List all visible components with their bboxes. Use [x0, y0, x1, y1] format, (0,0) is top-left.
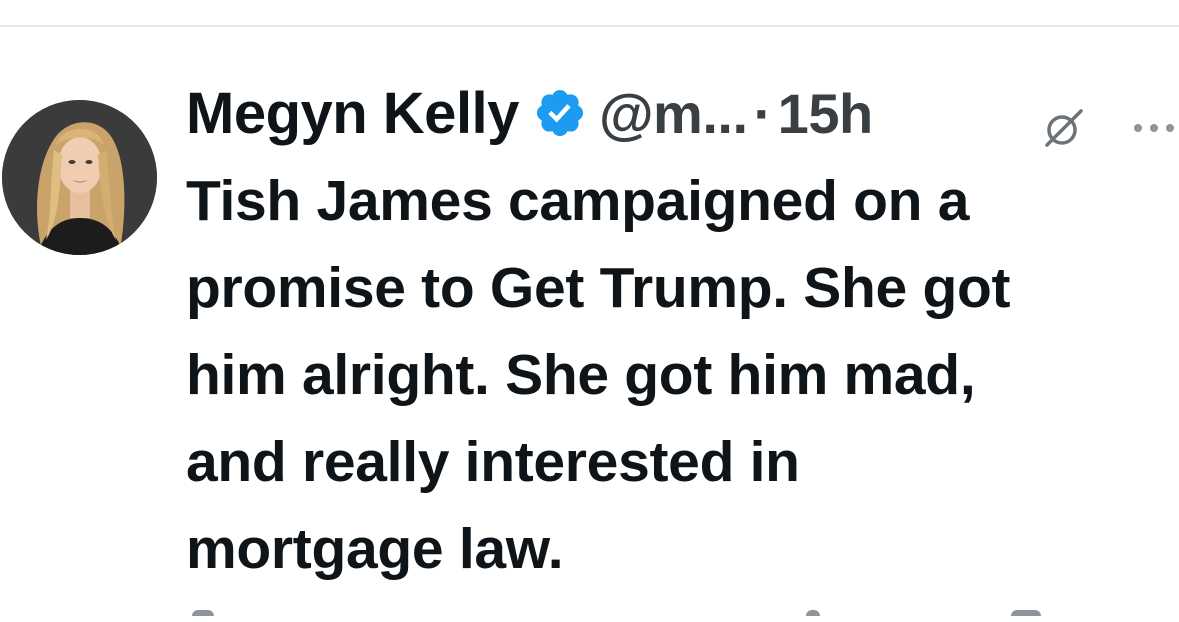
timestamp[interactable]: 15h — [778, 81, 874, 146]
tweet-header: Megyn Kelly @m... · 15h — [186, 73, 873, 153]
like-icon[interactable] — [806, 610, 820, 616]
display-name[interactable]: Megyn Kelly — [186, 80, 519, 147]
grok-icon[interactable] — [1041, 105, 1087, 151]
tweet-text: Tish James campaigned on a promise to Ge… — [186, 169, 1011, 581]
bookmark-icon[interactable] — [1011, 610, 1041, 616]
tweet-card[interactable]: Megyn Kelly @m... · 15h Tish James campa… — [0, 27, 1179, 616]
avatar-image — [2, 100, 157, 255]
avatar[interactable] — [2, 100, 157, 255]
verified-badge-icon[interactable] — [533, 86, 587, 140]
action-bar — [186, 602, 1176, 622]
more-options-icon[interactable] — [1130, 120, 1178, 136]
reply-icon[interactable] — [192, 610, 214, 616]
user-handle[interactable]: @m... — [599, 81, 748, 146]
separator-dot: · — [753, 81, 773, 145]
